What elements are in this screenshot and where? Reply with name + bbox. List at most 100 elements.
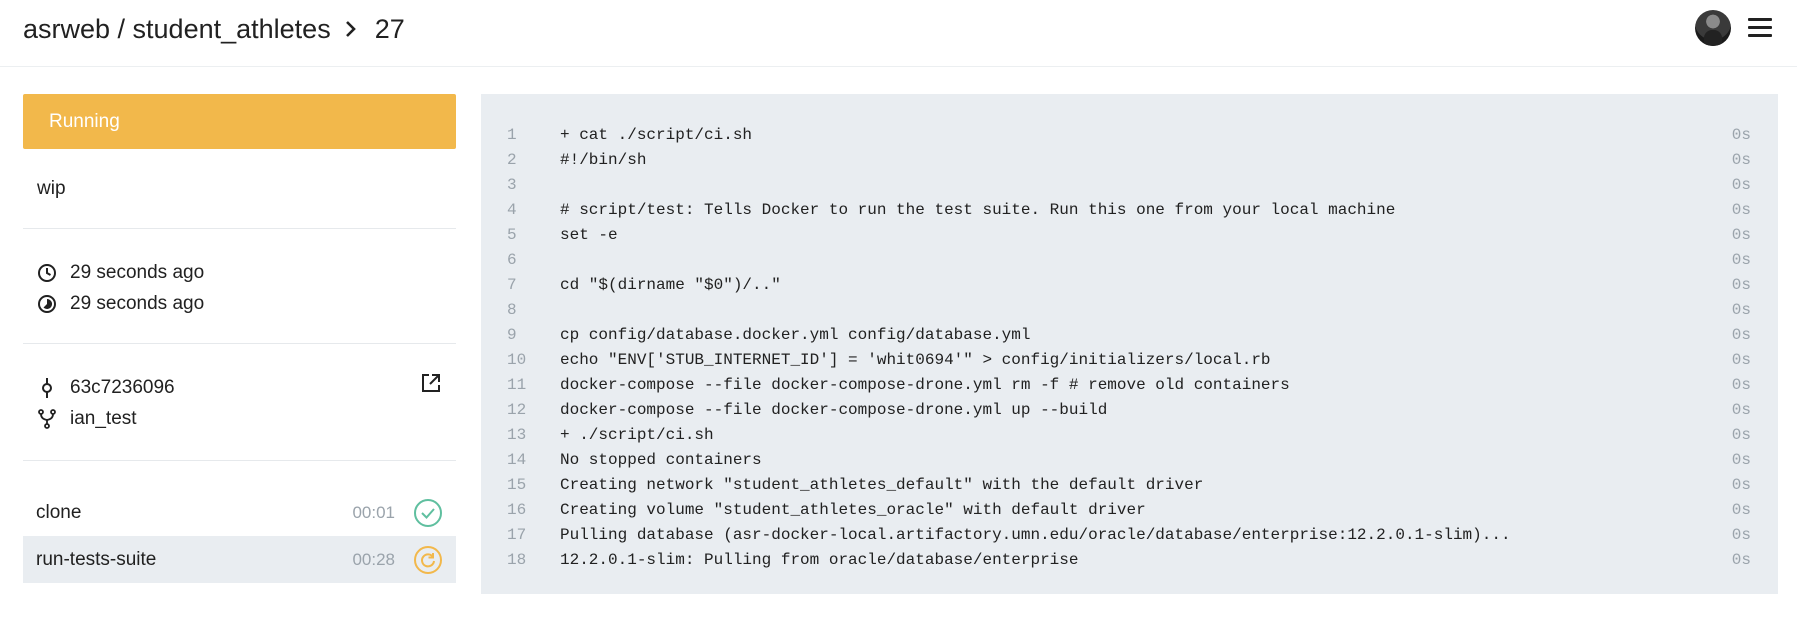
log-line: 9 cp config/database.docker.yml config/da…	[481, 322, 1778, 347]
log-line: 2 #!/bin/sh 0s	[481, 147, 1778, 172]
created-time: 29 seconds ago	[70, 261, 205, 283]
started-time: 29 seconds ago	[70, 292, 205, 314]
line-text: echo "ENV['STUB_INTERNET_ID'] = 'whit069…	[560, 350, 1271, 369]
log-line: 6 0s	[481, 247, 1778, 272]
log-line: 11 docker-compose --file docker-compose-d…	[481, 372, 1778, 397]
clock-icon	[37, 263, 57, 283]
top-bar: asrweb / student_athletes 27	[0, 0, 1797, 67]
created-time-row: 29 seconds ago	[37, 257, 456, 288]
line-number: 3	[507, 175, 517, 194]
step-duration: 00:28	[352, 549, 395, 569]
step-name: clone	[36, 501, 82, 523]
step-duration: 00:01	[352, 502, 395, 522]
line-text: + cat ./script/ci.sh	[560, 125, 753, 144]
line-text: # script/test: Tells Docker to run the t…	[560, 200, 1396, 219]
line-time: 0s	[1731, 225, 1751, 244]
commit-icon	[37, 377, 57, 398]
line-time: 0s	[1731, 175, 1751, 194]
log-line: 15 Creating network "student_athletes_def…	[481, 472, 1778, 497]
line-number: 15	[507, 475, 527, 494]
line-time: 0s	[1731, 325, 1751, 344]
line-number: 14	[507, 450, 527, 469]
build-sidebar: Running wip 29 seconds ago 29 seconds ag…	[23, 94, 456, 583]
timelapse-icon	[37, 294, 57, 314]
build-times: 29 seconds ago 29 seconds ago	[23, 229, 456, 344]
line-time: 0s	[1731, 375, 1751, 394]
line-number: 5	[507, 225, 517, 244]
log-line: 17 Pulling database (asr-docker-local.art…	[481, 522, 1778, 547]
build-number: 27	[374, 13, 405, 44]
line-time: 0s	[1731, 275, 1751, 294]
open-external-icon[interactable]	[420, 372, 442, 394]
line-text: No stopped containers	[560, 450, 762, 469]
line-time: 0s	[1731, 550, 1751, 569]
step-clone[interactable]: clone 00:01	[23, 489, 456, 536]
line-time: 0s	[1731, 200, 1751, 219]
step-name: run-tests-suite	[36, 548, 157, 570]
step-list: clone 00:01 run-tests-suite 00:28	[23, 461, 456, 583]
status-banner: Running	[23, 94, 456, 149]
line-number: 13	[507, 425, 527, 444]
line-time: 0s	[1731, 475, 1751, 494]
log-line: 1 + cat ./script/ci.sh 0s	[481, 122, 1778, 147]
repo-link[interactable]: asrweb / student_athletes	[23, 14, 331, 45]
log-line: 8 0s	[481, 297, 1778, 322]
line-number: 4	[507, 200, 517, 219]
commit-sha[interactable]: 63c7236096	[70, 377, 175, 399]
line-time: 0s	[1731, 150, 1751, 169]
line-time: 0s	[1731, 125, 1751, 144]
line-number: 17	[507, 525, 527, 544]
log-line: 13 + ./script/ci.sh 0s	[481, 422, 1778, 447]
line-time: 0s	[1731, 425, 1751, 444]
line-number: 10	[507, 350, 527, 369]
commit-row: 63c7236096	[37, 372, 456, 403]
started-time-row: 29 seconds ago	[37, 288, 456, 319]
line-text: cd "$(dirname "$0")/.."	[560, 275, 781, 294]
line-number: 1	[507, 125, 517, 144]
commit-message: wip	[23, 149, 456, 229]
line-number: 9	[507, 325, 517, 344]
chevron-right-icon	[345, 20, 357, 38]
line-text: docker-compose --file docker-compose-dro…	[560, 400, 1108, 419]
log-line: 4 # script/test: Tells Docker to run the …	[481, 197, 1778, 222]
menu-icon[interactable]	[1746, 16, 1774, 40]
log-line: 10 echo "ENV['STUB_INTERNET_ID'] = 'whit0…	[481, 347, 1778, 372]
line-text: #!/bin/sh	[560, 150, 647, 169]
status-label: Running	[49, 110, 120, 132]
line-number: 16	[507, 500, 527, 519]
line-time: 0s	[1731, 250, 1751, 269]
commit-info: 63c7236096 ian_test	[23, 344, 456, 461]
line-time: 0s	[1731, 525, 1751, 544]
line-number: 8	[507, 300, 517, 319]
log-line: 7 cd "$(dirname "$0")/.." 0s	[481, 272, 1778, 297]
log-output: 1 + cat ./script/ci.sh 0s 2 #!/bin/sh 0s 3 0s…	[481, 94, 1778, 594]
line-time: 0s	[1731, 500, 1751, 519]
line-time: 0s	[1731, 350, 1751, 369]
log-line: 12 docker-compose --file docker-compose-d…	[481, 397, 1778, 422]
breadcrumb: asrweb / student_athletes 27	[23, 10, 405, 48]
running-refresh-icon	[413, 545, 443, 575]
line-text: Creating network "student_athletes_defau…	[560, 475, 1204, 494]
success-check-icon	[413, 498, 443, 528]
line-text: 12.2.0.1-slim: Pulling from oracle/datab…	[560, 550, 1079, 569]
line-number: 12	[507, 400, 527, 419]
line-text: cp config/database.docker.yml config/dat…	[560, 325, 1031, 344]
line-text: docker-compose --file docker-compose-dro…	[560, 375, 1290, 394]
line-number: 2	[507, 150, 517, 169]
log-line: 5 set -e 0s	[481, 222, 1778, 247]
step-run-tests-suite[interactable]: run-tests-suite 00:28	[23, 536, 456, 583]
line-time: 0s	[1731, 400, 1751, 419]
branch-icon	[37, 408, 57, 429]
line-text: Pulling database (asr-docker-local.artif…	[560, 525, 1511, 544]
line-time: 0s	[1731, 300, 1751, 319]
branch-row: ian_test	[37, 403, 456, 434]
line-number: 18	[507, 550, 527, 569]
user-avatar[interactable]	[1695, 10, 1731, 46]
line-text: set -e	[560, 225, 618, 244]
log-line: 16 Creating volume "student_athletes_orac…	[481, 497, 1778, 522]
log-line: 3 0s	[481, 172, 1778, 197]
line-number: 7	[507, 275, 517, 294]
log-line: 14 No stopped containers 0s	[481, 447, 1778, 472]
line-time: 0s	[1731, 450, 1751, 469]
line-text: + ./script/ci.sh	[560, 425, 714, 444]
